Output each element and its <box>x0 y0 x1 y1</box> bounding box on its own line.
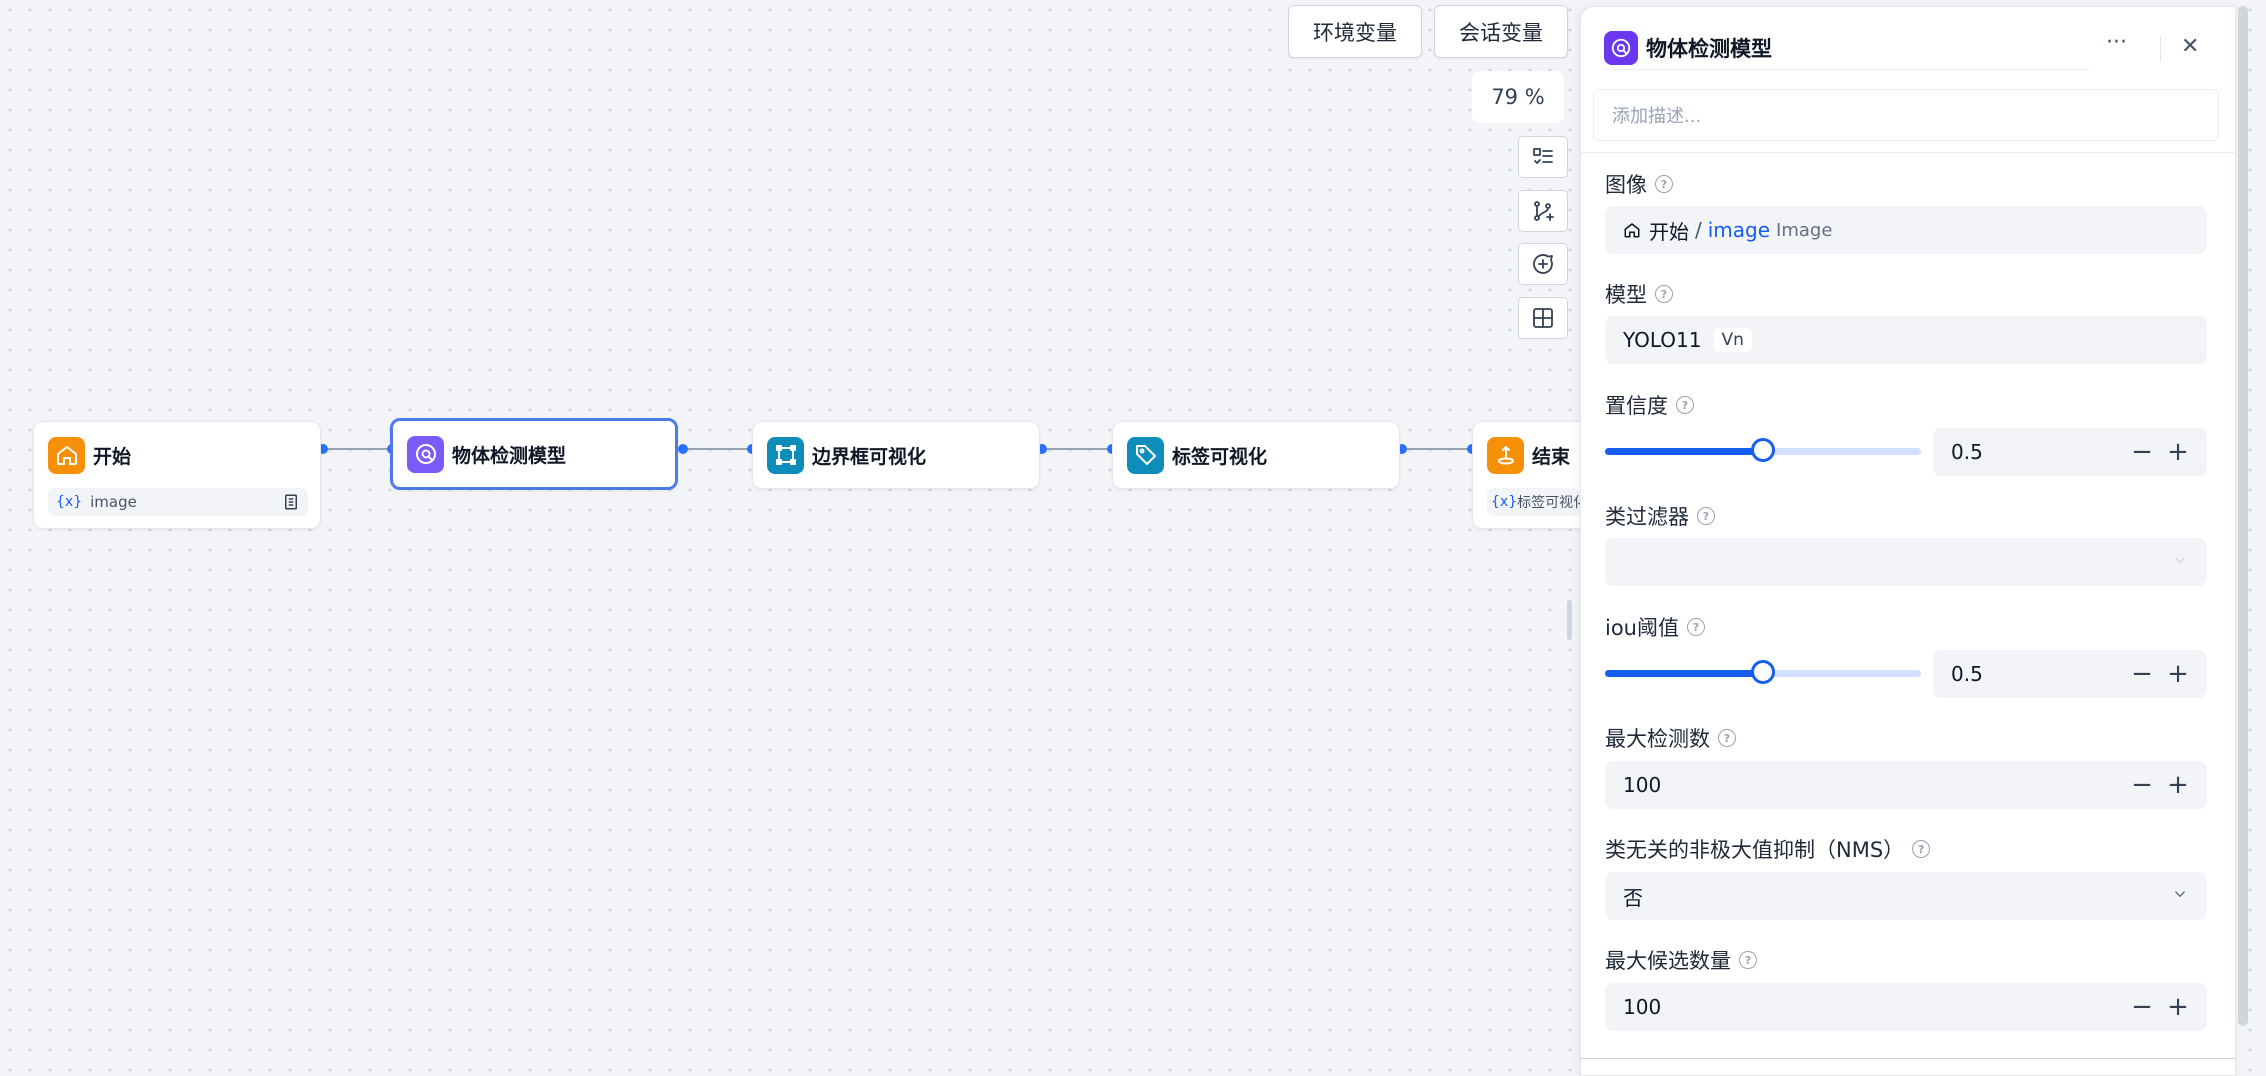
end-icon <box>1487 436 1524 474</box>
increment-button[interactable]: + <box>2167 661 2189 687</box>
max-candidates-input[interactable]: 100 − + <box>1605 983 2207 1031</box>
checklist-icon <box>1533 148 1553 164</box>
variable-name: image <box>1707 218 1771 242</box>
decrement-button[interactable]: − <box>2131 772 2153 798</box>
decrement-button[interactable]: − <box>2131 439 2153 465</box>
help-icon[interactable]: ? <box>1718 729 1736 747</box>
help-icon[interactable]: ? <box>1687 618 1705 636</box>
panel-title[interactable]: 物体检测模型 <box>1646 33 1772 63</box>
iou-input[interactable]: 0.5 − + <box>1933 650 2207 698</box>
agnostic-nms-label: 类无关的非极大值抑制（NMS）? <box>1605 834 1931 864</box>
image-variable-selector[interactable]: 开始 / image Image <box>1605 206 2207 254</box>
node-start[interactable]: 开始 {x} image <box>33 421 321 529</box>
help-icon[interactable]: ? <box>1655 175 1673 193</box>
increment-button[interactable]: + <box>2167 439 2189 465</box>
agnostic-nms-select[interactable]: 否 <box>1605 872 2207 920</box>
zoom-level[interactable]: 79 % <box>1472 71 1564 123</box>
env-vars-button[interactable]: 环境变量 <box>1288 5 1422 58</box>
node-title: 物体检测模型 <box>452 444 567 467</box>
home-icon <box>48 436 85 474</box>
layout-button[interactable] <box>1518 297 1568 339</box>
node-bbox-visualization[interactable]: 边界框可视化 <box>752 421 1040 489</box>
branch-add-icon <box>1534 201 1554 221</box>
description-input[interactable]: 添加描述... <box>1593 89 2219 141</box>
increment-button[interactable]: + <box>2167 772 2189 798</box>
help-icon[interactable]: ? <box>1676 396 1694 414</box>
node-title: 开始 <box>93 445 132 468</box>
chevron-down-icon <box>2171 550 2189 574</box>
detection-icon <box>407 435 444 473</box>
checklist-button[interactable] <box>1518 136 1568 178</box>
help-icon[interactable]: ? <box>1697 507 1715 525</box>
panel-header: 物体检测模型 <box>1604 26 2090 70</box>
class-filter-select[interactable] <box>1605 538 2207 586</box>
help-icon[interactable]: ? <box>1912 840 1931 858</box>
slider-thumb[interactable] <box>1751 660 1775 684</box>
decrement-button[interactable]: − <box>2131 994 2153 1020</box>
variable-icon: {x} <box>1491 494 1518 510</box>
add-node-button[interactable] <box>1518 190 1568 232</box>
iou-slider[interactable] <box>1605 659 1921 689</box>
max-detections-input[interactable]: 100 − + <box>1605 761 2207 809</box>
model-version-badge: Vn <box>1713 328 1752 352</box>
node-object-detection[interactable]: 物体检测模型 <box>390 418 678 490</box>
iou-label: iou阈值? <box>1605 612 1705 642</box>
node-label-visualization[interactable]: 标签可视化 <box>1112 421 1400 489</box>
variable-name: image <box>90 493 137 511</box>
node-variable: {x} 标签可视化 <box>1487 488 1580 516</box>
help-icon[interactable]: ? <box>1655 285 1673 303</box>
node-title: 结束 <box>1532 445 1571 468</box>
confidence-input[interactable]: 0.5 − + <box>1933 428 2207 476</box>
slider-thumb[interactable] <box>1751 438 1775 462</box>
node-variable: {x} image <box>48 488 308 516</box>
chevron-down-icon <box>2171 884 2189 908</box>
class-filter-label: 类过滤器? <box>1605 501 1715 531</box>
tag-icon <box>1127 436 1164 474</box>
model-label: 模型? <box>1605 279 1673 309</box>
add-comment-button[interactable] <box>1518 243 1568 285</box>
grid-icon <box>1533 308 1553 328</box>
variable-icon: {x} <box>56 494 83 510</box>
variable-name: 标签可视化 <box>1517 495 1580 511</box>
confidence-label: 置信度? <box>1605 390 1694 420</box>
panel-scrollbar[interactable] <box>2238 6 2248 1026</box>
model-name: YOLO11 <box>1623 328 1702 352</box>
close-icon[interactable]: ✕ <box>2181 34 2199 59</box>
confidence-slider[interactable] <box>1605 437 1921 467</box>
variable-type: Image <box>1776 219 1833 241</box>
panel-resize-handle[interactable] <box>1567 600 1572 640</box>
detection-icon <box>1604 30 1638 65</box>
node-title: 标签可视化 <box>1172 445 1268 468</box>
bbox-icon <box>767 436 804 474</box>
conversation-vars-button[interactable]: 会话变量 <box>1434 5 1568 58</box>
max-candidates-label: 最大候选数量? <box>1605 945 1757 975</box>
help-icon[interactable]: ? <box>1739 951 1757 969</box>
max-detections-label: 最大检测数? <box>1605 723 1736 753</box>
more-options-icon[interactable]: ··· <box>2106 30 2127 55</box>
node-output-handle[interactable] <box>678 444 688 454</box>
path-separator: / <box>1695 218 1702 242</box>
document-icon <box>285 494 297 510</box>
model-selector[interactable]: YOLO11 Vn <box>1605 316 2207 364</box>
increment-button[interactable]: + <box>2167 994 2189 1020</box>
node-end[interactable]: 结束 {x} 标签可视化 <box>1472 421 1580 529</box>
node-title: 边界框可视化 <box>812 445 927 468</box>
decrement-button[interactable]: − <box>2131 661 2153 687</box>
home-icon <box>1624 223 1640 238</box>
source-node: 开始 <box>1649 219 1689 244</box>
comment-add-icon <box>1533 254 1553 274</box>
image-label: 图像? <box>1605 169 1673 199</box>
